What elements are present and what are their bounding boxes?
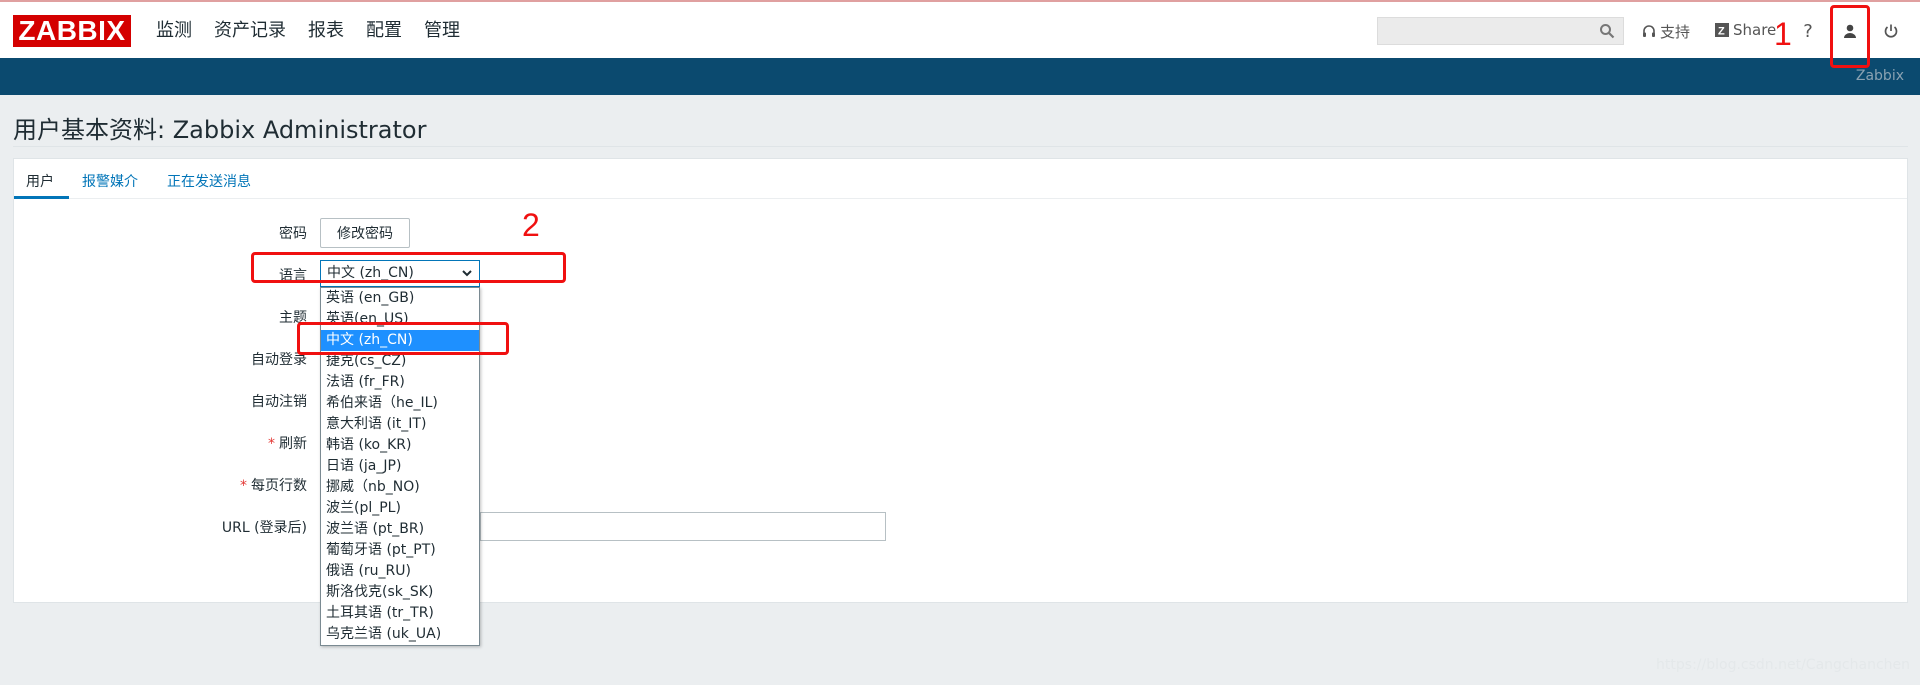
top-header: ZABBIX 监测 资产记录 报表 配置 管理 支持 Z Share ? — [0, 0, 1920, 58]
language-option[interactable]: 土耳其语 (tr_TR) — [321, 603, 479, 624]
autologout-label: 自动注销 — [251, 394, 307, 410]
language-option[interactable]: 希伯来语（he_IL) — [321, 393, 479, 414]
language-option[interactable]: 日语 (ja_JP) — [321, 456, 479, 477]
share-icon: Z — [1715, 23, 1729, 37]
annotation-number-2: 2 — [522, 207, 540, 243]
language-option[interactable]: 斯洛伐克(sk_SK) — [321, 582, 479, 603]
url-label: URL (登录后) — [221, 520, 307, 536]
sub-navigation-bar — [0, 58, 1920, 95]
language-option[interactable]: 葡萄牙语 (pt_PT) — [321, 540, 479, 561]
help-button[interactable]: ? — [1794, 17, 1822, 45]
support-label: 支持 — [1660, 23, 1691, 41]
share-link[interactable]: Z Share — [1715, 21, 1776, 39]
search-icon[interactable] — [1599, 23, 1615, 39]
annotation-number-1: 1 — [1774, 16, 1792, 52]
sign-out-button[interactable] — [1877, 17, 1905, 45]
nav-item-administration[interactable]: 管理 — [424, 19, 460, 43]
headset-icon — [1643, 24, 1655, 37]
nav-item-reports[interactable]: 报表 — [308, 19, 344, 43]
required-mark: * — [268, 436, 275, 452]
active-tab-indicator — [14, 196, 69, 199]
help-icon: ? — [1803, 20, 1813, 42]
tab-media[interactable]: 报警媒介 — [82, 171, 138, 191]
search-input[interactable] — [1378, 18, 1588, 44]
nav-item-configuration[interactable]: 配置 — [366, 19, 402, 43]
svg-text:Z: Z — [1718, 26, 1725, 38]
tab-messaging[interactable]: 正在发送消息 — [167, 171, 251, 191]
language-option[interactable]: 乌克兰语 (uk_UA) — [321, 624, 479, 645]
autologin-label: 自动登录 — [251, 352, 307, 368]
rows-per-page-label-text: 每页行数 — [251, 478, 307, 494]
language-option[interactable]: 挪威（nb_NO) — [321, 477, 479, 498]
language-option[interactable]: 法语 (fr_FR) — [321, 372, 479, 393]
zabbix-logo[interactable]: ZABBIX — [13, 15, 131, 47]
nav-item-inventory[interactable]: 资产记录 — [214, 19, 286, 43]
server-name: Zabbix — [1855, 68, 1904, 84]
watermark: https://blog.csdn.net/Cangchanchen — [1656, 657, 1910, 673]
language-option[interactable]: 意大利语 (it_IT) — [321, 414, 479, 435]
divider — [13, 146, 1908, 147]
theme-label: 主题 — [279, 310, 307, 326]
language-option[interactable]: 波兰语 (pt_BR) — [321, 519, 479, 540]
power-icon — [1884, 24, 1898, 38]
annotation-box-language — [251, 252, 566, 283]
language-option[interactable]: 波兰(pl_PL) — [321, 498, 479, 519]
search-box — [1377, 17, 1624, 45]
required-mark: * — [240, 478, 247, 494]
annotation-box-user-button — [1830, 5, 1870, 68]
password-label: 密码 — [279, 226, 307, 242]
support-link[interactable]: 支持 — [1642, 21, 1690, 42]
share-label: Share — [1733, 21, 1777, 39]
language-option[interactable]: 韩语 (ko_KR) — [321, 435, 479, 456]
change-password-button[interactable]: 修改密码 — [320, 218, 410, 248]
language-option[interactable]: 俄语 (ru_RU) — [321, 561, 479, 582]
refresh-label-text: 刷新 — [279, 436, 307, 452]
nav-item-monitoring[interactable]: 监测 — [156, 19, 192, 43]
annotation-box-zh-cn — [297, 322, 509, 355]
tab-bar: 用户 报警媒介 正在发送消息 — [14, 159, 1907, 199]
url-input[interactable] — [480, 512, 886, 541]
page-title: 用户基本资料: Zabbix Administrator — [13, 116, 427, 144]
refresh-label: * 刷新 — [187, 433, 307, 453]
tab-user[interactable]: 用户 — [26, 171, 54, 191]
main-nav: 监测 资产记录 报表 配置 管理 — [156, 19, 482, 43]
language-option[interactable]: 英语 (en_GB) — [321, 288, 479, 309]
rows-per-page-label: * 每页行数 — [187, 475, 307, 495]
